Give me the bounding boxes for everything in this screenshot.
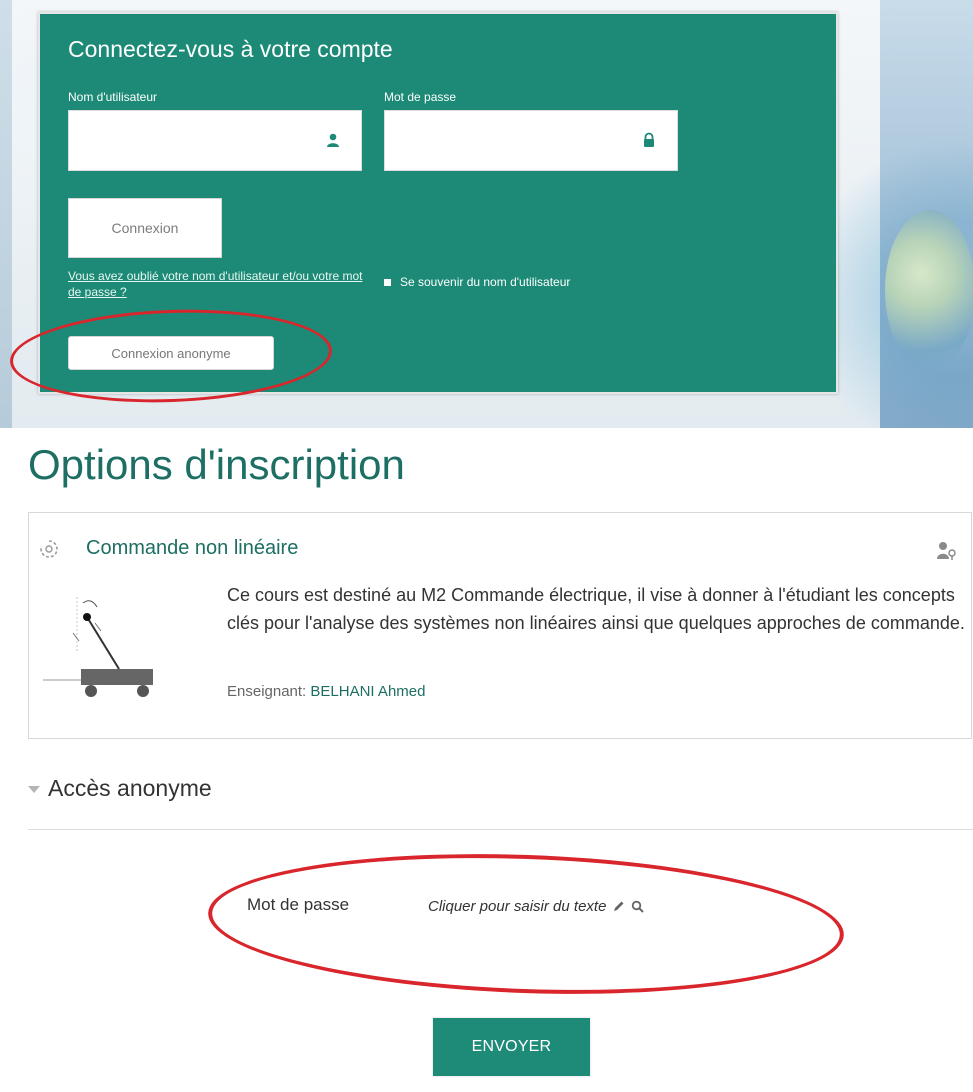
login-button[interactable]: Connexion (68, 198, 222, 258)
page-title: Options d'inscription (28, 441, 405, 488)
teacher-label: Enseignant: (227, 683, 307, 700)
course-box: Commande non linéaire Ce cours est desti… (28, 512, 972, 739)
background-decoration (885, 210, 973, 370)
divider (28, 829, 973, 830)
guest-access-icon (937, 542, 956, 560)
lock-icon (644, 132, 654, 147)
teacher-info: Enseignant: BELHANI Ahmed (227, 683, 425, 700)
submit-button[interactable]: ENVOYER (433, 1018, 590, 1076)
password-label: Mot de passe (384, 90, 457, 104)
annotation-circle (205, 843, 847, 1005)
remember-username[interactable]: Se souvenir du nom d'utilisateur (384, 275, 570, 289)
password-field[interactable] (384, 110, 678, 171)
section-title: Accès anonyme (48, 775, 212, 801)
login-screenshot: Connectez-vous à votre compte Nom d'util… (0, 0, 973, 428)
teacher-link[interactable]: BELHANI Ahmed (310, 683, 425, 700)
course-title[interactable]: Commande non linéaire (86, 537, 298, 560)
course-icon (40, 540, 58, 558)
username-field[interactable] (68, 110, 362, 171)
chevron-down-icon (28, 786, 40, 793)
user-icon (327, 133, 339, 147)
course-image (43, 597, 153, 697)
anonymous-access-section-toggle[interactable]: Accès anonyme (28, 775, 212, 802)
username-label: Nom d'utilisateur (68, 90, 157, 104)
course-summary: Ce cours est destiné au M2 Commande élec… (227, 585, 965, 633)
forgot-password-link[interactable]: Vous avez oublié votre nom d'utilisateur… (68, 268, 368, 300)
remember-label: Se souvenir du nom d'utilisateur (400, 275, 571, 289)
remember-checkbox[interactable] (384, 278, 391, 286)
login-title: Connectez-vous à votre compte (68, 36, 393, 62)
